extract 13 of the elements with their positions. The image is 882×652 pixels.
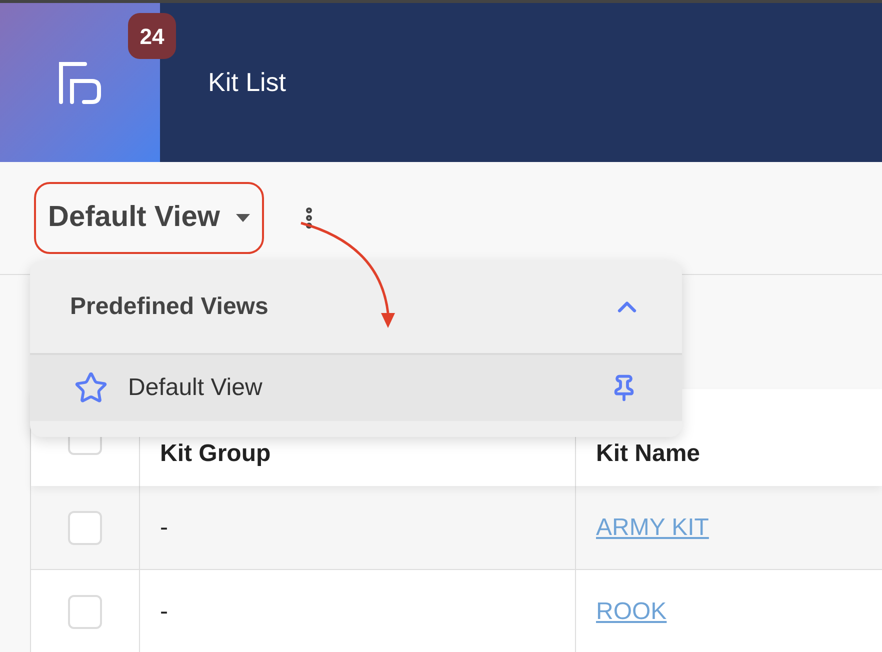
logo-icon	[59, 62, 101, 104]
page-title: Kit List	[207, 66, 286, 99]
table-cell-text: -	[160, 512, 168, 542]
view-selector-button[interactable]: Default View	[34, 182, 264, 254]
section-title: Predefined Views	[70, 292, 268, 322]
star-icon	[74, 371, 108, 405]
checkbox[interactable]	[68, 594, 102, 628]
notification-badge: 24	[128, 13, 176, 59]
table-cell-text: -	[160, 596, 168, 626]
column-header: Kit Name	[595, 438, 702, 468]
view-menu-item[interactable]: Default View	[30, 355, 682, 421]
checkbox[interactable]	[68, 510, 102, 544]
caret-icon	[236, 214, 250, 222]
